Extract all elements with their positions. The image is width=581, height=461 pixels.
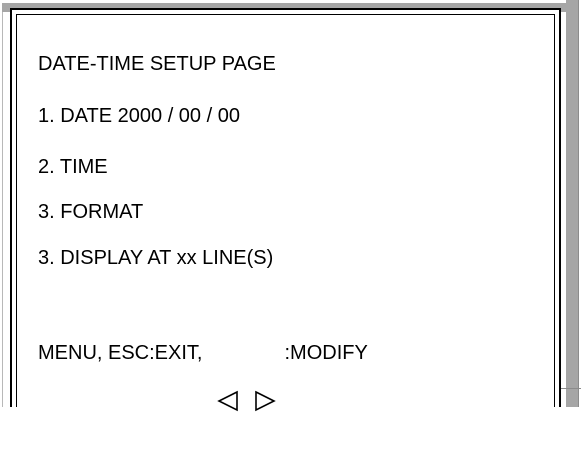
frame-bevel-left [2, 0, 6, 407]
footer-exit-hint: MENU, ESC:EXIT, [38, 342, 203, 364]
menu-item-format[interactable]: 3. FORMAT [38, 200, 143, 224]
page-title: DATE-TIME SETUP PAGE [38, 53, 276, 75]
footer-modify-hint: :MODIFY [284, 342, 368, 364]
footer-hint: MENU, ESC:EXIT, :MODIFY [38, 341, 368, 412]
menu-item-time[interactable]: 2. TIME [38, 155, 108, 179]
left-triangle-outline-icon [216, 341, 242, 412]
setup-panel: DATE-TIME SETUP PAGE 1. DATE 2000 / 00 /… [10, 8, 561, 412]
menu-item-display-lines[interactable]: 3. DISPLAY AT xx LINE(S) [38, 246, 273, 270]
menu-item-date[interactable]: 1. DATE 2000 / 00 / 00 [38, 104, 240, 128]
right-triangle-outline-icon [252, 341, 278, 412]
